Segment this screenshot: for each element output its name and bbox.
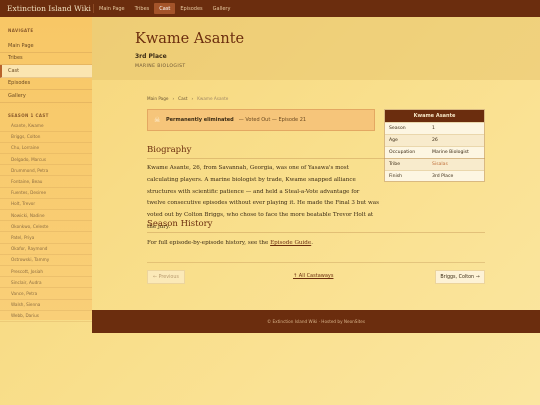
season-history-text: For full episode-by-episode history, see… bbox=[147, 240, 447, 246]
infobox-key: Season bbox=[389, 126, 406, 131]
breadcrumb-cast[interactable]: Cast bbox=[178, 96, 187, 101]
site-brand[interactable]: Extinction Island Wiki bbox=[0, 4, 91, 13]
cast-list-item[interactable]: Drummond, Petra bbox=[0, 165, 92, 177]
top-nav-main-page[interactable]: Main Page bbox=[94, 3, 130, 14]
cast-list: Asante, Kwame Briggs, Colton Chu, Lorraine… bbox=[0, 121, 92, 322]
cast-list-item[interactable]: Prescott, Josiah bbox=[0, 266, 92, 278]
sidebar-item-main-page[interactable]: Main Page bbox=[0, 40, 92, 53]
top-nav-cast[interactable]: Cast bbox=[154, 3, 176, 14]
cast-list-item[interactable]: Walsh, Sienna bbox=[0, 300, 92, 311]
pager-divider bbox=[147, 262, 485, 263]
cast-list-item[interactable]: Delgado, Marcus bbox=[0, 154, 92, 166]
breadcrumb-separator: › bbox=[191, 96, 194, 101]
infobox-value: 3rd Place bbox=[432, 174, 454, 179]
cast-list-item[interactable]: Ostrowski, Tammy bbox=[0, 255, 92, 266]
biography-heading: Biography bbox=[147, 145, 485, 159]
top-nav-tribes[interactable]: Tribes bbox=[130, 3, 155, 14]
infobox-value: 26 bbox=[432, 138, 438, 143]
sidebar-cast-heading: SEASON 1 CAST bbox=[8, 112, 49, 118]
tribe-link[interactable]: Sisalas bbox=[432, 162, 448, 167]
infobox-value: 1 bbox=[432, 126, 435, 131]
cast-list-item[interactable]: Nowicki, Nadine bbox=[0, 210, 92, 222]
breadcrumb-main-page[interactable]: Main Page bbox=[147, 96, 168, 101]
cast-list-item[interactable]: Vance, Petra bbox=[0, 288, 92, 300]
elimination-status: Permanently eliminated bbox=[166, 117, 234, 123]
footer: © Extinction Island Wiki · Hosted by Neo… bbox=[92, 310, 540, 333]
sidebar-item-episodes[interactable]: Episodes bbox=[0, 78, 92, 90]
episode-guide-link[interactable]: Episode Guide bbox=[270, 240, 311, 246]
cast-list-item[interactable]: Briggs, Colton bbox=[0, 132, 92, 143]
cast-list-item[interactable]: Chu, Lorraine bbox=[0, 143, 92, 155]
skull-icon: ☠ bbox=[154, 115, 161, 124]
cast-list-item[interactable]: Okonkwo, Celeste bbox=[0, 221, 92, 233]
sidebar: NAVIGATE Main Page Tribes Cast Episodes … bbox=[0, 17, 92, 322]
previous-button[interactable]: ← Previous bbox=[147, 270, 185, 284]
infobox-key: Age bbox=[389, 138, 398, 143]
cast-list-item[interactable]: Holt, Trevor bbox=[0, 199, 92, 210]
sidebar-nav-heading: NAVIGATE bbox=[8, 28, 34, 33]
elimination-detail: — Voted Out — Episode 21 bbox=[238, 117, 307, 123]
top-nav-episodes[interactable]: Episodes bbox=[175, 3, 207, 14]
cast-list-item[interactable]: Okafor, Raymond bbox=[0, 244, 92, 255]
sidebar-item-cast[interactable]: Cast bbox=[0, 65, 92, 78]
top-bar: Extinction Island Wiki Main Page Tribes … bbox=[0, 0, 540, 17]
breadcrumb-current: Kwame Asante bbox=[197, 96, 229, 101]
cast-list-item[interactable]: Fuentes, Desiree bbox=[0, 188, 92, 199]
cast-list-item[interactable]: Sinclair, Audra bbox=[0, 277, 92, 289]
infobox-key: Tribe bbox=[389, 162, 401, 167]
breadcrumb-separator: › bbox=[172, 96, 175, 101]
all-castaways-link[interactable]: ↑ All Castaways bbox=[293, 273, 333, 279]
occupation-subtitle: MARINE BIOLOGIST bbox=[135, 64, 186, 69]
infobox-key: Finish bbox=[389, 174, 403, 179]
history-suffix: . bbox=[311, 240, 313, 246]
page-header: Kwame Asante 3rd Place MARINE BIOLOGIST bbox=[92, 17, 540, 80]
cast-list-item[interactable]: Patel, Priya bbox=[0, 232, 92, 244]
cast-list-item[interactable]: Webb, Darius bbox=[0, 311, 92, 322]
breadcrumb: Main Page › Cast › Kwame Asante bbox=[147, 96, 228, 101]
cast-list-item[interactable]: Asante, Kwame bbox=[0, 121, 92, 132]
infobox-row-finish: Finish 3rd Place bbox=[385, 170, 484, 182]
top-nav-gallery[interactable]: Gallery bbox=[208, 3, 236, 14]
infobox-title: Kwame Asante bbox=[385, 110, 484, 122]
placement-label: 3rd Place bbox=[135, 53, 167, 60]
sidebar-item-gallery[interactable]: Gallery bbox=[0, 90, 92, 103]
top-nav: Main Page Tribes Cast Episodes Gallery bbox=[93, 0, 235, 17]
infobox-row-season: Season 1 bbox=[385, 122, 484, 134]
infobox-row-tribe: Tribe Sisalas bbox=[385, 158, 484, 170]
elimination-notice: ☠ Permanently eliminated — Voted Out — E… bbox=[147, 109, 375, 131]
cast-list-item[interactable]: Fontaine, Beau bbox=[0, 176, 92, 188]
season-history-heading: Season History bbox=[147, 219, 485, 233]
page-title: Kwame Asante bbox=[135, 31, 245, 47]
history-prefix: For full episode-by-episode history, see… bbox=[147, 240, 271, 246]
sidebar-item-tribes[interactable]: Tribes bbox=[0, 53, 92, 65]
next-button[interactable]: Briggs, Colton → bbox=[435, 270, 485, 284]
